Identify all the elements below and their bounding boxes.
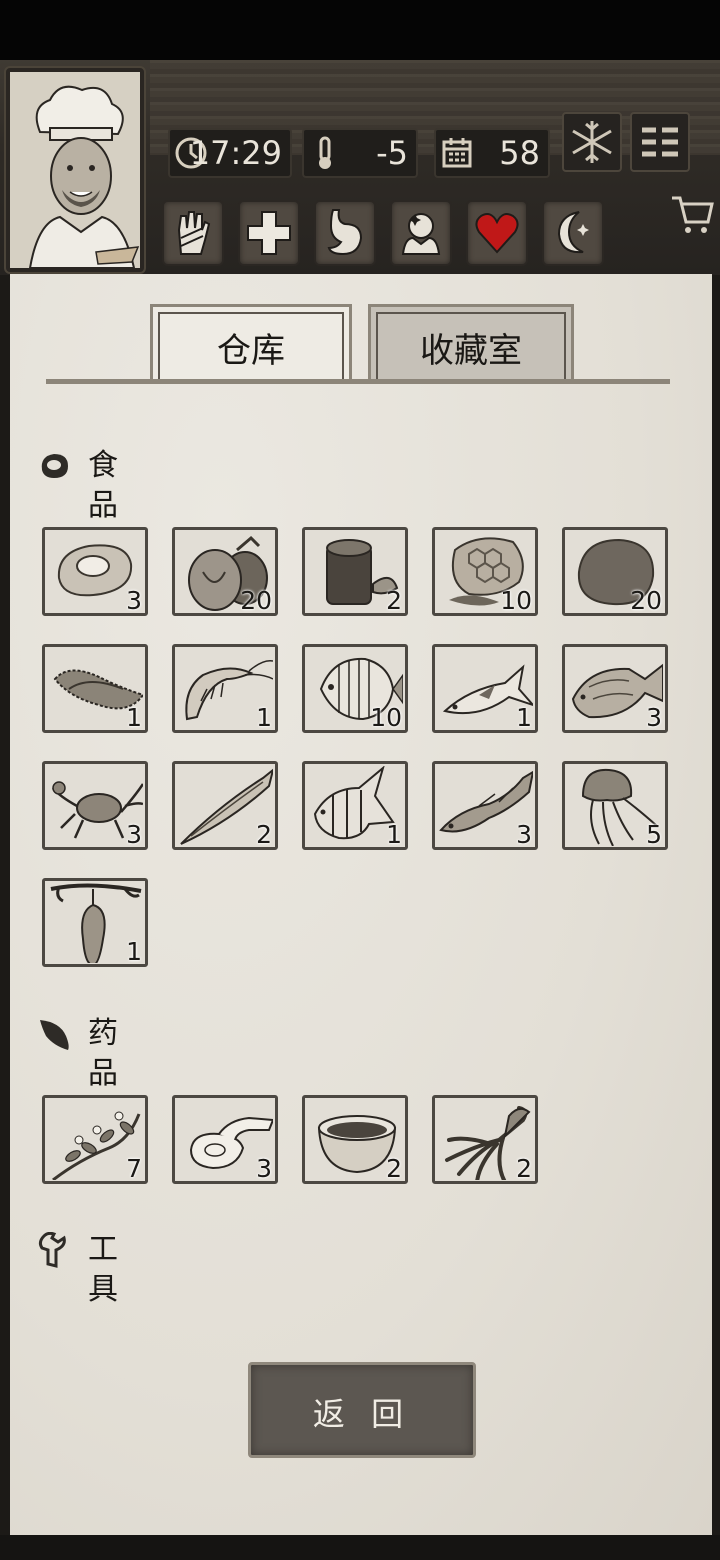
mind-status[interactable] — [390, 200, 452, 266]
temperature-display: -5 — [302, 128, 418, 178]
day-display: 58 — [434, 128, 550, 178]
tab-collection[interactable]: 收藏室 — [368, 304, 574, 383]
inventory-slot[interactable]: 5 — [562, 761, 668, 850]
moon-icon — [557, 211, 589, 254]
inventory-slot[interactable]: 20 — [562, 527, 668, 616]
bottom-frame — [0, 1535, 720, 1560]
inventory-slot[interactable]: 1 — [42, 644, 148, 733]
heart-icon — [475, 213, 519, 254]
inventory-slot[interactable]: 2 — [302, 1095, 408, 1184]
inventory-slot[interactable]: 3 — [562, 644, 668, 733]
inventory-slot[interactable]: 3 — [432, 761, 538, 850]
stomach-icon — [327, 209, 363, 256]
head-sparkle-icon — [401, 213, 441, 255]
day-value: 58 — [499, 134, 540, 172]
menu-button[interactable] — [630, 112, 690, 172]
bandaged-hand-icon — [177, 211, 211, 255]
inventory-slot[interactable]: 3 — [42, 527, 148, 616]
stomach-status[interactable] — [314, 200, 376, 266]
inventory-slot[interactable]: 1 — [302, 761, 408, 850]
thermometer-icon — [319, 136, 331, 169]
section-tools-title: 工具 — [88, 1232, 118, 1307]
snowflake-icon — [572, 121, 612, 163]
chef-avatar-icon — [10, 72, 140, 268]
inventory-slot[interactable]: 2 — [302, 527, 408, 616]
hand-status[interactable] — [162, 200, 224, 266]
tab-storage-label: 仓库 — [217, 331, 285, 371]
inventory-slot[interactable]: 3 — [42, 761, 148, 850]
inventory-slot[interactable]: 2 — [432, 1095, 538, 1184]
chef-portrait[interactable] — [6, 68, 144, 272]
medical-cross-icon — [247, 211, 291, 255]
inventory-slot[interactable]: 1 — [172, 644, 278, 733]
sleep-status[interactable] — [542, 200, 604, 266]
weather-button[interactable] — [562, 112, 622, 172]
section-medicine-title: 药品 — [88, 1016, 118, 1091]
calendar-icon — [442, 138, 472, 168]
inventory-slot[interactable]: 10 — [432, 527, 538, 616]
section-food-title: 食品 — [88, 448, 118, 523]
status-bar — [0, 0, 720, 60]
back-button[interactable]: 返 回 — [248, 1362, 476, 1458]
meat-section-icon — [41, 454, 68, 478]
shopping-cart-icon — [672, 196, 714, 233]
shop-button[interactable] — [668, 190, 718, 240]
leaf-section-icon — [40, 1020, 69, 1050]
inventory-slot[interactable]: 3 — [172, 1095, 278, 1184]
health-status[interactable] — [238, 200, 300, 266]
back-button-label: 返 回 — [312, 1395, 412, 1433]
time-display: 17:29 — [168, 128, 292, 178]
inventory-slot[interactable]: 2 — [172, 761, 278, 850]
temperature-value: -5 — [376, 134, 408, 172]
inventory-slot[interactable]: 10 — [302, 644, 408, 733]
time-value: 17:29 — [189, 134, 282, 172]
heart-status[interactable] — [466, 200, 528, 266]
inventory-slot[interactable]: 7 — [42, 1095, 148, 1184]
tab-storage[interactable]: 仓库 — [150, 304, 352, 383]
inventory-slot[interactable]: 20 — [172, 527, 278, 616]
inventory-slot[interactable]: 1 — [42, 878, 148, 967]
menu-icon — [642, 127, 678, 157]
tab-collection-label: 收藏室 — [420, 331, 522, 371]
tab-divider — [46, 379, 670, 384]
wrench-section-icon — [38, 1232, 66, 1268]
inventory-slot[interactable]: 1 — [432, 644, 538, 733]
